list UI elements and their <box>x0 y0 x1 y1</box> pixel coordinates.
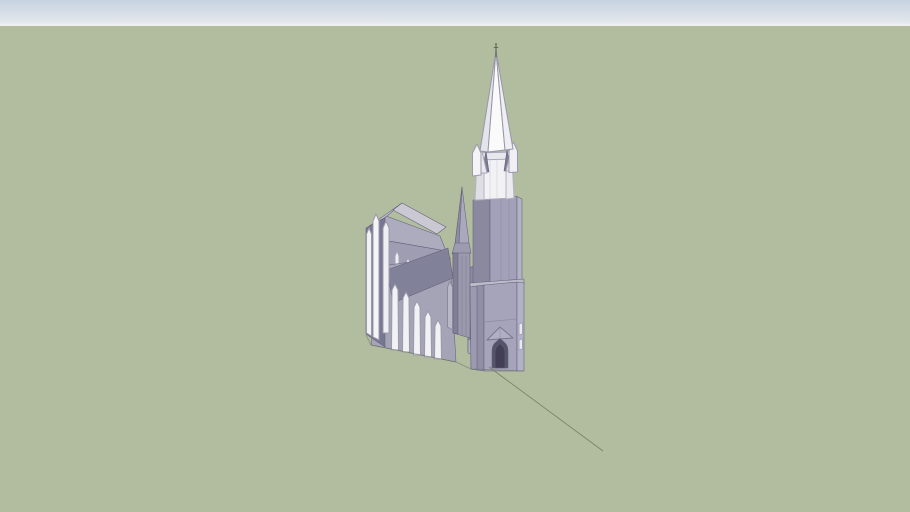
portal-arch-inner <box>494 343 506 369</box>
buttress-sliver <box>518 338 523 351</box>
tower-belfry-chamfer <box>516 196 523 282</box>
fleche-broach <box>451 242 472 255</box>
fleche-pinnacle <box>447 280 453 331</box>
facade-pinnacle <box>382 220 390 334</box>
facade-pinnacle <box>366 227 372 337</box>
aisle-buttress <box>402 291 410 353</box>
tower-corner-buttress <box>469 285 478 371</box>
aisle-buttress <box>413 300 421 356</box>
cathedral-3d-scene <box>0 0 910 512</box>
spire-finial-tip <box>495 43 497 45</box>
aisle-buttress <box>391 283 399 351</box>
fleche-turret-shade <box>452 252 459 335</box>
tower-belfry-left <box>472 197 491 286</box>
sky <box>0 0 910 26</box>
aisle-buttress <box>424 310 432 358</box>
model-viewport[interactable] <box>0 0 910 512</box>
aisle-buttress <box>434 319 442 360</box>
facade-pinnacle <box>372 213 380 341</box>
buttress-sliver <box>518 322 523 336</box>
tower-belfry-front <box>489 196 518 284</box>
